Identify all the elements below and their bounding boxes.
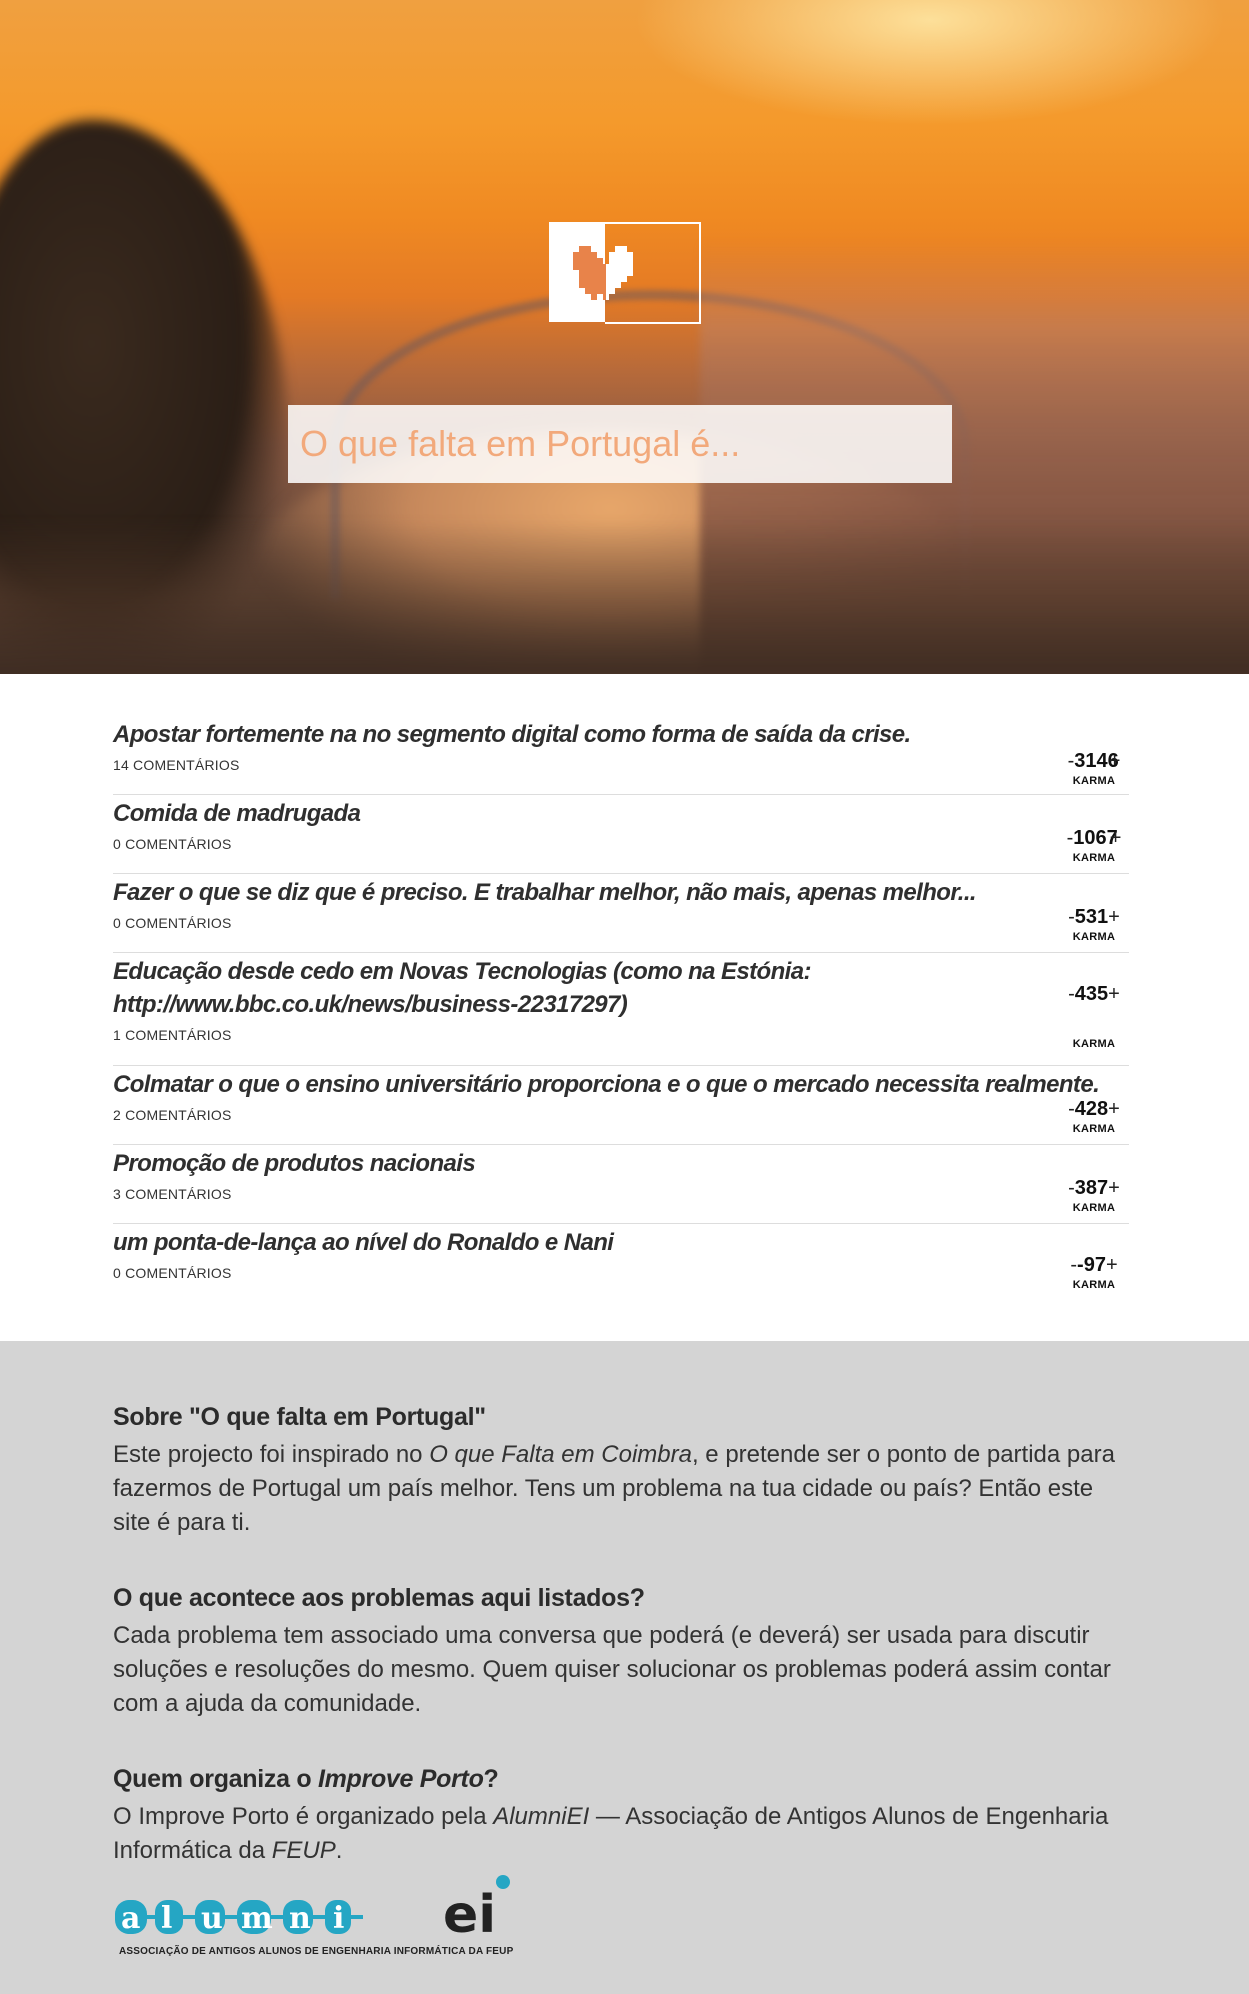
pixel-heart-icon <box>573 246 633 300</box>
alumni-letter: l <box>161 1901 172 1936</box>
upvote-button[interactable]: + <box>1108 906 1120 929</box>
list-item: um ponta-de-lança ao nível do Ronaldo e … <box>113 1224 1129 1302</box>
item-title-link[interactable]: Comida de madrugada <box>113 797 1039 830</box>
item-title-link[interactable]: Fazer o que se diz que é preciso. E trab… <box>113 876 1039 909</box>
karma-widget: - 435 + KARMA <box>1059 983 1129 1050</box>
item-comments-link[interactable]: 0 COMENTÁRIOS <box>113 915 1039 931</box>
about-heading: Sobre "O que falta em Portugal" <box>113 1403 486 1431</box>
karma-value: 435 <box>1074 983 1109 1005</box>
alumni-letter: m <box>241 1901 273 1936</box>
about-section: Sobre "O que falta em Portugal" Este pro… <box>0 1341 1249 1994</box>
downvote-button[interactable]: - <box>1067 827 1074 850</box>
search-input[interactable]: O que falta em Portugal é... <box>288 405 952 483</box>
hero-background-hill <box>0 520 1249 674</box>
upvote-button[interactable]: + <box>1109 750 1121 773</box>
upvote-button[interactable]: + <box>1108 983 1120 1006</box>
list-item: Educação desde cedo em Novas Tecnologias… <box>113 953 1129 1066</box>
karma-widget: - -97 + KARMA <box>1059 1254 1129 1291</box>
karma-value: -97 <box>1077 1254 1106 1276</box>
alumni-letter: u <box>201 1901 223 1936</box>
hero-background-trees <box>0 120 290 674</box>
karma-label: KARMA <box>1072 1123 1116 1135</box>
item-title-link[interactable]: Promoção de produtos nacionais <box>113 1147 1039 1180</box>
problems-heading: O que acontece aos problemas aqui listad… <box>113 1584 645 1612</box>
karma-widget: - 1067 + KARMA <box>1059 827 1129 864</box>
alumni-letter: i <box>333 1901 344 1936</box>
karma-label: KARMA <box>1072 1202 1116 1214</box>
item-title-link[interactable]: Apostar fortemente na no segmento digita… <box>113 718 1039 751</box>
karma-value: 428 <box>1074 1098 1109 1120</box>
upvote-button[interactable]: + <box>1108 1177 1120 1200</box>
upvote-button[interactable]: + <box>1106 1254 1118 1277</box>
upvote-button[interactable]: + <box>1110 827 1122 850</box>
karma-label: KARMA <box>1072 1038 1116 1050</box>
list-item: Promoção de produtos nacionais 3 COMENTÁ… <box>113 1145 1129 1224</box>
coimbra-link[interactable]: O que Falta em Coimbra <box>429 1441 692 1468</box>
karma-value: 387 <box>1074 1177 1109 1199</box>
item-title-link[interactable]: Educação desde cedo em Novas Tecnologias… <box>113 955 1039 1021</box>
alumniei-caption: ASSOCIAÇÃO DE ANTIGOS ALUNOS DE ENGENHAR… <box>119 1946 514 1957</box>
alumniei-logo-mark: a l u m n i ei <box>115 1875 510 1945</box>
downvote-button[interactable]: - <box>1068 983 1075 1006</box>
item-comments-link[interactable]: 0 COMENTÁRIOS <box>113 836 1039 852</box>
item-title-link[interactable]: um ponta-de-lança ao nível do Ronaldo e … <box>113 1226 1039 1259</box>
karma-widget: - 3146 + KARMA <box>1059 750 1129 787</box>
item-title-link[interactable]: Colmatar o que o ensino universitário pr… <box>113 1068 1129 1101</box>
list-item: Fazer o que se diz que é preciso. E trab… <box>113 874 1129 953</box>
alumni-letter: a <box>121 1901 140 1936</box>
downvote-button[interactable]: - <box>1068 750 1075 773</box>
alumni-letter-ei: ei <box>443 1885 496 1944</box>
karma-widget: - 428 + KARMA <box>1059 1098 1129 1135</box>
downvote-button[interactable]: - <box>1068 1177 1075 1200</box>
karma-widget: - 387 + KARMA <box>1059 1177 1129 1214</box>
hero-banner: O que falta em Portugal é... <box>0 0 1249 674</box>
karma-label: KARMA <box>1072 931 1116 943</box>
list-item: Apostar fortemente na no segmento digita… <box>113 718 1129 795</box>
item-comments-link[interactable]: 1 COMENTÁRIOS <box>113 1027 1039 1043</box>
problem-list: Apostar fortemente na no segmento digita… <box>113 718 1129 1302</box>
search-placeholder: O que falta em Portugal é... <box>300 423 741 464</box>
item-comments-link[interactable]: 2 COMENTÁRIOS <box>113 1107 1129 1123</box>
list-item: Comida de madrugada 0 COMENTÁRIOS - 1067… <box>113 795 1129 874</box>
karma-label: KARMA <box>1072 775 1116 787</box>
alumni-dot <box>496 1875 510 1889</box>
karma-value: 531 <box>1074 906 1109 928</box>
problems-paragraph: Cada problema tem associado uma conversa… <box>113 1622 1111 1717</box>
item-comments-link[interactable]: 0 COMENTÁRIOS <box>113 1265 1039 1281</box>
organizer-paragraph: O Improve Porto é organizado pela Alumni… <box>113 1803 1109 1864</box>
list-item: Colmatar o que o ensino universitário pr… <box>113 1066 1129 1145</box>
heart-logo[interactable] <box>549 222 701 324</box>
downvote-button[interactable]: - <box>1070 1254 1077 1277</box>
about-paragraph: Este projecto foi inspirado no O que Fal… <box>113 1441 1115 1536</box>
downvote-button[interactable]: - <box>1068 1098 1075 1121</box>
upvote-button[interactable]: + <box>1108 1098 1120 1121</box>
alumniei-logo[interactable]: a l u m n i ei ASSOCIAÇÃO DE ANTIGOS ALU… <box>113 1874 513 1960</box>
karma-widget: - 531 + KARMA <box>1059 906 1129 943</box>
downvote-button[interactable]: - <box>1068 906 1075 929</box>
item-comments-link[interactable]: 3 COMENTÁRIOS <box>113 1186 1039 1202</box>
alumni-letter: n <box>289 1901 311 1936</box>
organizer-heading: Quem organiza o Improve Porto? <box>113 1765 499 1793</box>
karma-label: KARMA <box>1072 1279 1116 1291</box>
item-comments-link[interactable]: 14 COMENTÁRIOS <box>113 757 1039 773</box>
karma-label: KARMA <box>1072 852 1116 864</box>
